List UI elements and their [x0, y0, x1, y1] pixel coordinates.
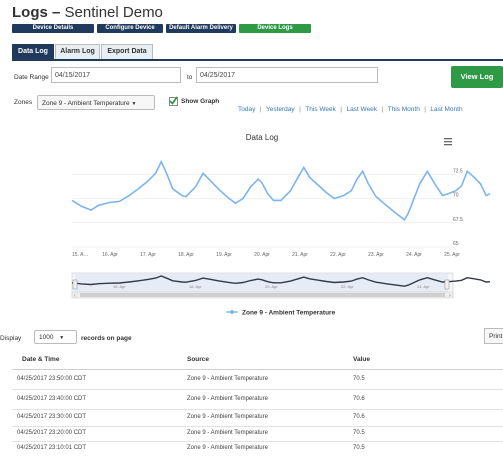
default-alarm-delivery-button[interactable]: Default Alarm Delivery — [166, 24, 236, 33]
table-row[interactable]: 04/25/2017 23:30:00 CDT Zone 9 - Ambient… — [0, 410, 503, 426]
navigator-tick-label: 20. Apr — [265, 284, 278, 289]
this-month-link[interactable]: This Month — [388, 106, 420, 113]
cell-date-time: 04/25/2017 23:30:00 CDT — [17, 414, 87, 420]
device-details-button[interactable]: Device Details — [12, 24, 94, 33]
log-tabs: Data Log Alarm Log Export Data — [12, 44, 503, 61]
navigator-scrollbar-thumb[interactable] — [80, 293, 445, 297]
caret-down-icon: ▼ — [131, 101, 137, 107]
legend-label: Zone 9 - Ambient Temperature — [242, 310, 336, 317]
end-date-input[interactable]: 04/25/2017 — [196, 67, 378, 83]
column-header-source[interactable]: Source — [187, 356, 209, 363]
zone-select-value: Zone 9 - Ambient Temperature — [42, 100, 130, 107]
table-row[interactable]: 04/25/2017 23:10:01 CDT Zone 9 - Ambient… — [0, 442, 503, 456]
x-tick-label: 22. Apr — [330, 252, 346, 258]
page-size-select[interactable]: 1000 ▼ — [34, 330, 77, 344]
table-row[interactable]: 04/25/2017 23:50:00 CDT Zone 9 - Ambient… — [0, 370, 503, 389]
page-title-bold: Logs – — [12, 4, 61, 21]
checkmark-icon — [169, 96, 178, 105]
cell-source: Zone 9 - Ambient Temperature — [187, 414, 268, 420]
column-header-value[interactable]: Value — [353, 356, 370, 363]
chart-menu-icon[interactable] — [444, 138, 452, 146]
cell-source: Zone 9 - Ambient Temperature — [187, 376, 268, 382]
x-tick-label: 24. Apr — [406, 252, 422, 258]
cell-value: 70.5 — [353, 430, 365, 436]
device-logs-button[interactable]: Device Logs — [239, 24, 311, 33]
divider: | — [259, 106, 262, 113]
cell-value: 70.6 — [353, 396, 365, 402]
navigator-tick-label: 18. Apr — [189, 284, 202, 289]
zones-label: Zones — [14, 99, 33, 106]
today-link[interactable]: Today — [238, 106, 255, 113]
navigator-tick-label: 16. Apr — [113, 284, 126, 289]
x-tick-label: 17. Apr — [140, 252, 156, 258]
x-tick-label: 16. Apr — [102, 252, 118, 258]
show-graph-checkbox[interactable] — [169, 96, 178, 106]
date-range-label: Date Range — [14, 74, 49, 81]
cell-date-time: 04/25/2017 23:10:01 CDT — [17, 445, 87, 451]
x-tick-label: 21. Apr — [292, 252, 308, 258]
yesterday-link[interactable]: Yesterday — [266, 106, 295, 113]
page-title-device: Sentinel Demo — [64, 4, 163, 21]
tab-alarm-log[interactable]: Alarm Log — [55, 44, 100, 59]
page-title: Logs – Sentinel Demo — [12, 4, 163, 21]
cell-source: Zone 9 - Ambient Temperature — [187, 396, 268, 402]
x-tick-label: 25. Apr — [444, 252, 460, 258]
records-on-page-label: records on page — [81, 335, 132, 342]
cell-value: 70.6 — [353, 414, 365, 420]
y-tick-label: 65 — [453, 241, 459, 247]
zone-select[interactable]: Zone 9 - Ambient Temperature ▼ — [37, 95, 155, 110]
cell-source: Zone 9 - Ambient Temperature — [187, 445, 268, 451]
this-week-link[interactable]: This Week — [305, 106, 336, 113]
x-tick-label: 15. A… — [72, 252, 88, 258]
last-week-link[interactable]: Last Week — [346, 106, 377, 113]
divider: | — [299, 106, 301, 113]
navigator-left-handle[interactable] — [72, 279, 78, 290]
chart-title: Data Log — [246, 133, 278, 142]
last-month-link[interactable]: Last Month — [430, 106, 462, 113]
cell-value: 70.5 — [353, 376, 365, 382]
y-tick-label: 72.5 — [453, 168, 463, 174]
cell-value: 70.5 — [353, 445, 365, 451]
x-tick-label: 20. Apr — [254, 252, 270, 258]
configure-device-button[interactable]: Configure Device — [97, 24, 163, 33]
navigator-tick-label: 24. Apr — [417, 284, 430, 289]
divider: | — [381, 106, 384, 113]
print-button[interactable]: Print — [484, 328, 503, 344]
x-tick-label: 19. Apr — [216, 252, 232, 258]
navigator-tick-label: 22. Apr — [341, 284, 354, 289]
table-row[interactable]: 04/25/2017 23:40:00 CDT Zone 9 - Ambient… — [0, 390, 503, 409]
navigator-right-handle[interactable] — [444, 279, 450, 290]
y-tick-label: 67.5 — [453, 217, 463, 223]
cell-date-time: 04/25/2017 23:40:00 CDT — [17, 396, 87, 402]
table-row[interactable]: 04/25/2017 23:20:00 CDT Zone 9 - Ambient… — [0, 427, 503, 441]
data-log-chart: Data Log 72.5 70 67.5 65 15. A… 16. Apr 17. A… — [71, 133, 491, 317]
to-label: to — [187, 74, 193, 81]
x-tick-label: 18. Apr — [178, 252, 194, 258]
series-line-zone-9 — [71, 159, 491, 221]
display-label: Display — [0, 335, 22, 342]
divider: | — [424, 106, 426, 113]
caret-down-icon: ▼ — [59, 335, 65, 341]
column-header-date-time[interactable]: Date & Time — [22, 356, 59, 363]
cell-date-time: 04/25/2017 23:20:00 CDT — [17, 430, 87, 436]
cell-date-time: 04/25/2017 23:50:00 CDT — [17, 376, 87, 382]
cell-source: Zone 9 - Ambient Temperature — [187, 430, 268, 436]
tab-data-log[interactable]: Data Log — [12, 44, 54, 59]
view-log-button[interactable]: View Log — [451, 66, 503, 88]
start-date-input[interactable]: 04/15/2017 — [51, 67, 181, 83]
y-tick-label: 70 — [453, 193, 459, 199]
show-graph-label: Show Graph — [181, 98, 220, 105]
chart-legend[interactable]: Zone 9 - Ambient Temperature — [226, 310, 336, 317]
legend-marker — [230, 310, 234, 314]
tab-export-data[interactable]: Export Data — [101, 44, 153, 59]
quick-range-links: Today | Yesterday | This Week | Last Wee… — [238, 98, 463, 116]
page-size-value: 1000 — [39, 334, 54, 341]
x-tick-label: 23. Apr — [368, 252, 384, 258]
divider: | — [340, 106, 342, 113]
